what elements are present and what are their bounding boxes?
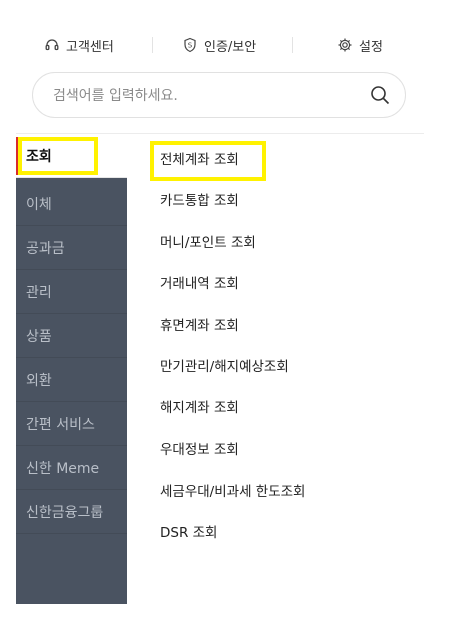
headset-icon: [44, 37, 60, 53]
sidebar-item-label: 간편 서비스: [26, 416, 95, 433]
gear-icon: [337, 37, 353, 53]
search-input[interactable]: [51, 73, 355, 119]
sidebar-item-label: 외환: [26, 372, 52, 389]
submenu-item-label: 카드통합 조회: [160, 193, 239, 209]
submenu-item-label: 거래내역 조회: [160, 276, 239, 292]
auth-security-link[interactable]: S 인증/보안: [182, 30, 256, 60]
search-icon[interactable]: [369, 84, 391, 106]
submenu-item-label: 만기관리/해지예상조회: [160, 359, 289, 375]
shield-icon: S: [182, 37, 198, 53]
sidebar-item-label: 조회: [26, 148, 52, 165]
submenu-item-label: 머니/포인트 조회: [160, 235, 256, 251]
submenu-item-label: DSR 조회: [160, 525, 218, 541]
svg-text:S: S: [188, 42, 193, 50]
submenu-item-maturity-management[interactable]: 만기관리/해지예상조회: [150, 345, 289, 385]
search-box: [32, 72, 406, 119]
submenu-item-preferential-info[interactable]: 우대정보 조회: [150, 428, 239, 468]
sidebar-item-label: 이체: [26, 196, 52, 213]
submenu-item-label: 세금우대/비과세 한도조회: [160, 484, 306, 500]
top-divider: [292, 37, 293, 53]
sidebar-item-label: 신한 Meme: [26, 460, 100, 477]
submenu-item-closed-accounts[interactable]: 해지계좌 조회: [150, 386, 239, 426]
auth-security-label: 인증/보안: [204, 39, 257, 55]
customer-center-label: 고객센터: [66, 39, 114, 55]
sidebar-item-label: 신한금융그룹: [26, 504, 104, 521]
sidebar-item-shinhan-meme[interactable]: 신한 Meme: [16, 446, 127, 490]
submenu-item-transactions[interactable]: 거래내역 조회: [150, 262, 239, 302]
submenu-item-label: 우대정보 조회: [160, 442, 239, 458]
submenu-item-dormant-accounts[interactable]: 휴면계좌 조회: [150, 304, 239, 344]
submenu-item-all-accounts[interactable]: 전체계좌 조회: [150, 138, 266, 181]
sidebar-item-easy-service[interactable]: 간편 서비스: [16, 402, 127, 446]
sidebar-item-shinhan-group[interactable]: 신한금융그룹: [16, 490, 127, 534]
sidebar-item-products[interactable]: 상품: [16, 314, 127, 358]
sidebar-item-foreign-exchange[interactable]: 외환: [16, 358, 127, 402]
submenu-item-dsr[interactable]: DSR 조회: [150, 511, 217, 551]
submenu-item-label: 휴면계좌 조회: [160, 318, 239, 334]
submenu-item-money-points[interactable]: 머니/포인트 조회: [150, 221, 256, 261]
submenu-item-label: 전체계좌 조회: [160, 152, 239, 168]
top-utility-bar: 고객센터 S 인증/보안 설정: [0, 30, 460, 60]
settings-link[interactable]: 설정: [337, 30, 383, 60]
submenu-item-tax-exempt-limit[interactable]: 세금우대/비과세 한도조회: [150, 470, 305, 510]
sidebar-item-transfer[interactable]: 이체: [16, 182, 127, 226]
settings-label: 설정: [359, 39, 383, 55]
sidebar-item-management[interactable]: 관리: [16, 270, 127, 314]
top-divider: [152, 37, 153, 53]
customer-center-link[interactable]: 고객센터: [44, 30, 114, 60]
submenu-item-label: 해지계좌 조회: [160, 400, 239, 416]
sidebar-item-label: 관리: [26, 284, 52, 301]
sidebar-item-inquiry[interactable]: 조회: [16, 134, 127, 178]
sidebar-item-utility-bills[interactable]: 공과금: [16, 226, 127, 270]
category-sidebar: 조회 이체 공과금 관리 상품 외환 간편 서비스 신한 Meme 신한금융그룹: [16, 134, 127, 604]
sidebar-item-label: 공과금: [26, 240, 65, 257]
sidebar-item-label: 상품: [26, 328, 52, 345]
submenu-item-card-integrated[interactable]: 카드통합 조회: [150, 179, 239, 219]
